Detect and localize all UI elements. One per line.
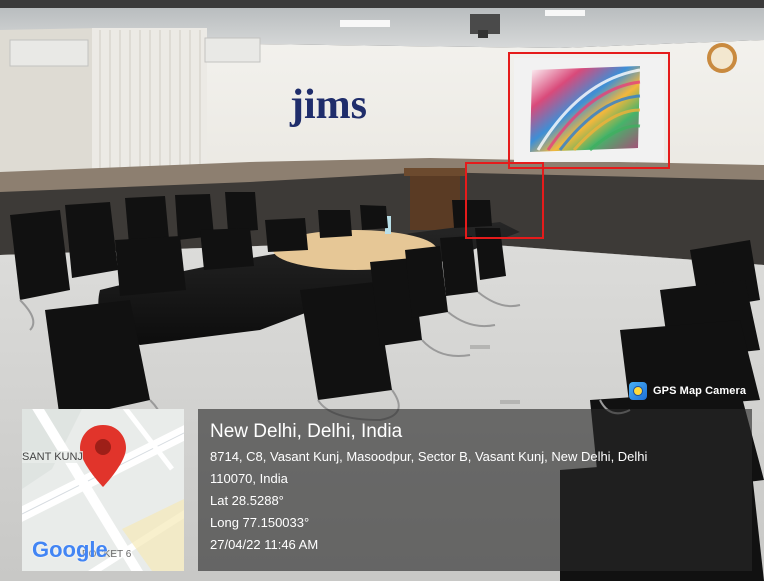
longitude-text: Long 77.150033° [210, 515, 310, 530]
location-info-panel: New Delhi, Delhi, India 8714, C8, Vasant… [198, 409, 752, 571]
wall-logo: jims [289, 82, 367, 128]
datetime-text: 27/04/22 11:46 AM [210, 537, 319, 552]
map-thumbnail: SANT KUNJ POCKET 6 Google [22, 409, 184, 571]
location-title: New Delhi, Delhi, India [210, 421, 403, 442]
gps-badge-label: GPS Map Camera [653, 385, 747, 397]
highlight-box-projection [508, 52, 670, 169]
photo-scene: jims GPS Map Camera SANT KUNJ POCKET 6 G… [0, 0, 764, 581]
gps-camera-icon [629, 382, 647, 400]
address-line-1: 8714, C8, Vasant Kunj, Masoodpur, Sector… [210, 449, 648, 464]
google-logo: Google [32, 537, 108, 562]
gps-map-camera-badge: GPS Map Camera [625, 380, 750, 402]
address-line-2: 110070, India [210, 471, 288, 486]
highlight-box-wall [465, 162, 544, 239]
latitude-text: Lat 28.5288° [210, 493, 284, 508]
map-area-label: SANT KUNJ [22, 451, 83, 463]
